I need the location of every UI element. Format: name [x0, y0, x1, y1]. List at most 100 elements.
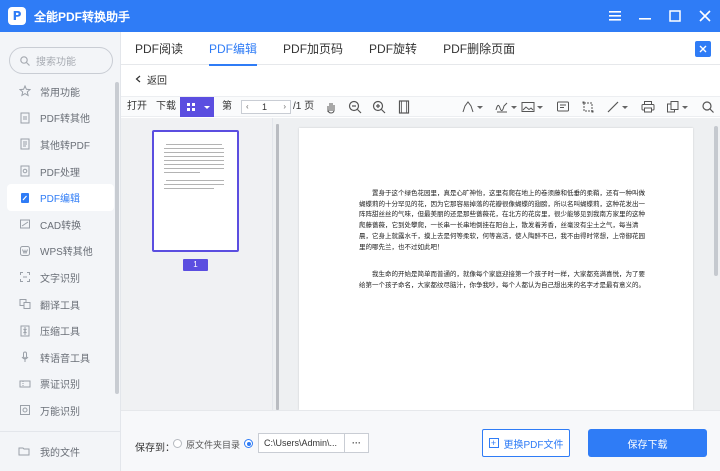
close-icon[interactable]	[698, 9, 712, 23]
line-icon[interactable]	[606, 100, 620, 114]
search-input[interactable]: 搜索功能	[9, 47, 113, 74]
save-path-field[interactable]: C:\Users\Admin\... ···	[258, 433, 369, 453]
copy-icon[interactable]	[666, 100, 680, 114]
plus-icon: +	[488, 438, 499, 448]
replace-pdf-button[interactable]: + 更换PDF文件	[482, 429, 570, 457]
window-controls	[608, 0, 712, 32]
original-folder-radio[interactable]	[173, 439, 182, 448]
back-label: 返回	[147, 75, 167, 87]
sidebar-item-label: PDF编辑	[40, 194, 80, 206]
download-button[interactable]: 下载	[156, 97, 176, 117]
tab-pdf-page-number[interactable]: PDF加页码	[283, 32, 343, 65]
star-icon	[18, 84, 32, 98]
sidebar-item-label: WPS转其他	[40, 247, 93, 259]
crop-icon[interactable]	[581, 100, 595, 114]
chevron-left-icon	[135, 75, 141, 83]
tab-pdf-edit[interactable]: PDF编辑	[209, 32, 258, 66]
title-bar: P 全能PDF转换助手	[0, 0, 720, 32]
pdf-export-icon	[18, 111, 32, 125]
tab-pdf-delete-page[interactable]: PDF删除页面	[443, 32, 515, 65]
sidebar-item-translate[interactable]: 翻译工具	[0, 291, 121, 318]
page-thumbnail[interactable]	[152, 130, 239, 252]
sidebar: 搜索功能 常用功能 PDF转其他 其他转PDF PDF处理 PDF编辑 CAD转…	[0, 32, 121, 471]
universal-icon	[18, 403, 32, 417]
sidebar-item-pdf-process[interactable]: PDF处理	[0, 158, 121, 185]
folder-icon	[18, 445, 32, 459]
sidebar-item-pdf-to-other[interactable]: PDF转其他	[0, 105, 121, 132]
fit-page-icon[interactable]	[397, 100, 411, 114]
note-icon[interactable]	[556, 100, 570, 114]
sidebar-item-ocr[interactable]: 文字识别	[0, 264, 121, 291]
zoom-in-icon[interactable]	[372, 100, 386, 114]
search-icon[interactable]	[701, 100, 715, 114]
caret-down-icon	[204, 106, 210, 109]
tab-pdf-rotate[interactable]: PDF旋转	[369, 32, 417, 65]
hand-icon[interactable]	[324, 100, 338, 114]
app-logo-icon: P	[8, 7, 26, 25]
pdf-import-icon	[18, 137, 32, 151]
custom-folder-radio[interactable]	[244, 439, 253, 448]
tab-pdf-read[interactable]: PDF阅读	[135, 32, 183, 65]
search-icon	[20, 55, 30, 66]
sidebar-item-other-to-pdf[interactable]: 其他转PDF	[0, 131, 121, 158]
caret-down-icon[interactable]	[681, 100, 695, 114]
sidebar-item-label: 翻译工具	[40, 300, 80, 312]
pdf-process-icon	[18, 164, 32, 178]
pen-icon[interactable]	[461, 100, 475, 114]
page-number-input[interactable]: ‹ 1 ›	[241, 100, 291, 114]
save-download-button[interactable]: 保存下载	[588, 429, 707, 457]
page-prefix: 第	[222, 101, 232, 112]
document-scrollbar[interactable]	[714, 126, 718, 276]
sidebar-item-label: 万能识别	[40, 406, 80, 418]
zoom-out-icon[interactable]	[348, 100, 362, 114]
maximize-icon[interactable]	[668, 9, 682, 23]
thumbnail-page-number: 1	[183, 259, 208, 271]
prev-page-icon[interactable]: ‹	[246, 101, 249, 113]
image-icon[interactable]	[521, 100, 535, 114]
next-page-icon[interactable]: ›	[283, 101, 286, 113]
voice-icon	[18, 350, 32, 364]
caret-down-icon[interactable]	[476, 100, 490, 114]
ocr-icon	[18, 270, 32, 284]
sidebar-item-ticket[interactable]: 票证识别	[0, 371, 121, 398]
save-to-label: 保存到：	[135, 443, 175, 454]
caret-down-icon[interactable]	[621, 100, 635, 114]
page-number-value: 1	[262, 102, 268, 112]
open-button[interactable]: 打开	[127, 97, 147, 117]
sidebar-item-label: 其他转PDF	[40, 140, 90, 152]
replace-pdf-label: 更换PDF文件	[503, 439, 564, 451]
menu-icon[interactable]	[608, 9, 622, 23]
sidebar-item-my-files[interactable]: 我的文件	[0, 431, 121, 471]
sidebar-scrollbar[interactable]	[115, 82, 119, 394]
browse-button[interactable]: ···	[344, 434, 368, 452]
pdf-page[interactable]: 置身于这个绿色花园里，真是心旷神怡，这里有爬在地上的卷须藤和低垂的柔鞘，还有一种…	[299, 128, 693, 410]
cad-icon	[18, 217, 32, 231]
sidebar-item-label: 常用功能	[40, 87, 80, 99]
thumbnail-panel: 1	[121, 118, 273, 410]
back-button[interactable]: 返回	[135, 72, 167, 87]
sidebar-item-compress[interactable]: 压缩工具	[0, 317, 121, 344]
sidebar-item-pdf-edit[interactable]: PDF编辑	[7, 184, 114, 211]
document-paragraph: 置身于这个绿色花园里，真是心旷神怡，这里有爬在地上的卷须藤和低垂的柔鞘，还有一种…	[359, 189, 645, 251]
sidebar-item-common[interactable]: 常用功能	[0, 78, 121, 105]
print-icon[interactable]	[641, 100, 655, 114]
wps-icon	[18, 244, 32, 258]
sidebar-item-voice[interactable]: 转语音工具	[0, 344, 121, 371]
caret-down-icon[interactable]	[536, 100, 550, 114]
panel-divider[interactable]	[276, 124, 279, 410]
minimize-icon[interactable]	[638, 9, 652, 23]
thumbnail-view-button[interactable]	[180, 97, 214, 117]
pdf-edit-icon	[18, 191, 32, 205]
signature-icon[interactable]	[495, 100, 509, 114]
sidebar-item-cad[interactable]: CAD转换	[0, 211, 121, 238]
sidebar-item-universal[interactable]: 万能识别	[0, 397, 121, 424]
function-tabs: PDF阅读 PDF编辑 PDF加页码 PDF旋转 PDF删除页面	[121, 32, 720, 66]
search-placeholder: 搜索功能	[36, 57, 76, 68]
grid-icon	[187, 103, 195, 111]
panel-close-button[interactable]	[695, 41, 711, 57]
sidebar-item-wps[interactable]: WPS转其他	[0, 238, 121, 265]
sidebar-item-label: 我的文件	[40, 448, 80, 459]
document-viewer: 置身于这个绿色花园里，真是心旷神怡，这里有爬在地上的卷须藤和低垂的柔鞘，还有一种…	[273, 118, 720, 410]
close-icon	[699, 45, 707, 53]
save-bar: 保存到： 原文件夹目录 C:\Users\Admin\... ··· + 更换P…	[121, 410, 720, 471]
